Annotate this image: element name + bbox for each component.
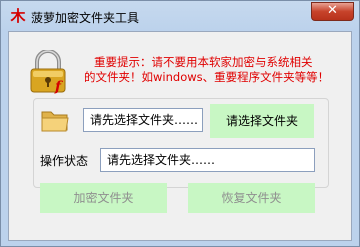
title-bar[interactable]: 木 菠萝加密文件夹工具 ✕	[1, 1, 359, 31]
warning-line-1: 重要提示：请不要用本软家加密与系统相关	[94, 55, 313, 69]
encrypt-folder-button[interactable]: 加密文件夹	[40, 183, 167, 213]
warning-line-2: 的文件夹！如windows、重要程序文件夹等等！	[84, 70, 330, 84]
window-title: 菠萝加密文件夹工具	[31, 11, 140, 25]
choose-folder-button[interactable]: 请选择文件夹	[210, 104, 314, 138]
status-label: 操作状态	[40, 154, 89, 168]
close-button[interactable]: ✕	[311, 2, 354, 21]
folder-path-field[interactable]: 请先选择文件夹……	[83, 108, 203, 132]
close-icon: ✕	[327, 3, 338, 18]
restore-folder-button[interactable]: 恢复文件夹	[188, 183, 315, 213]
status-field: 请先选择文件夹……	[100, 148, 315, 172]
warning-message: 重要提示：请不要用本软家加密与系统相关 的文件夹！如windows、重要程序文件…	[84, 55, 334, 85]
folder-icon	[41, 111, 69, 132]
lock-icon: f	[30, 50, 66, 94]
app-icon: 木	[10, 7, 26, 25]
